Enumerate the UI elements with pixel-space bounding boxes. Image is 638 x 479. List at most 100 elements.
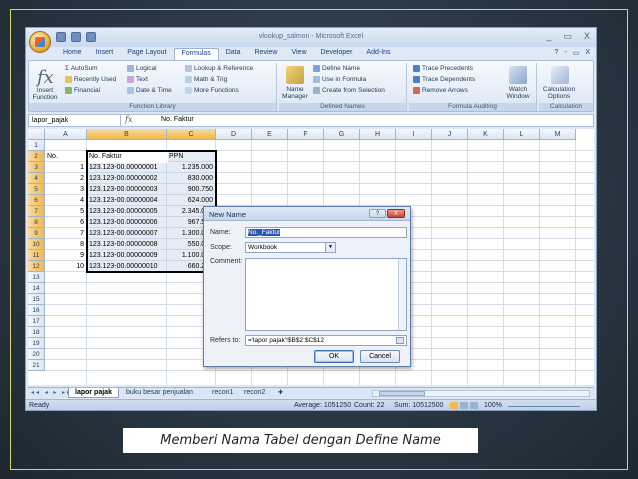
logical-button[interactable]: Logical	[127, 65, 157, 72]
cell-no[interactable]: 5	[47, 206, 86, 217]
redo-icon[interactable]	[86, 32, 96, 42]
row-header-15[interactable]: 15	[28, 294, 45, 305]
cell-no[interactable]: 8	[47, 239, 86, 250]
tab-home[interactable]: Home	[56, 48, 89, 60]
tab-view[interactable]: View	[284, 48, 313, 60]
column-header-g[interactable]: G	[324, 129, 360, 140]
page-layout-view-icon[interactable]	[460, 402, 468, 409]
dialog-close-button[interactable]: X	[387, 209, 405, 218]
row-header-21[interactable]: 21	[28, 360, 45, 371]
tab-insert[interactable]: Insert	[89, 48, 121, 60]
row-header-2[interactable]: 2	[28, 151, 45, 162]
define-name-button[interactable]: Define Name	[313, 65, 360, 72]
column-header-d[interactable]: D	[216, 129, 252, 140]
close-window-button[interactable]: X	[584, 31, 590, 42]
zoom-slider[interactable]	[508, 406, 580, 407]
save-icon[interactable]	[56, 32, 66, 42]
row-header-20[interactable]: 20	[28, 349, 45, 360]
ribbon-restore-button[interactable]: ▭	[573, 49, 580, 57]
scroll-thumb[interactable]	[379, 391, 425, 396]
tab-developer[interactable]: Developer	[314, 48, 360, 60]
row-header-7[interactable]: 7	[28, 206, 45, 217]
collapse-dialog-icon[interactable]	[396, 337, 404, 344]
row-header-12[interactable]: 12	[28, 261, 45, 272]
row-header-4[interactable]: 4	[28, 173, 45, 184]
column-header-f[interactable]: F	[288, 129, 324, 140]
cell-faktur[interactable]: 123.123-00.00000004	[89, 195, 166, 206]
row-header-18[interactable]: 18	[28, 327, 45, 338]
comment-scrollbar[interactable]	[398, 259, 406, 330]
office-button[interactable]	[29, 31, 51, 53]
tab-formulas[interactable]: Formulas	[173, 48, 219, 60]
cell-faktur[interactable]: 123.123-00.00000005	[89, 206, 166, 217]
autosum-button[interactable]: Σ AutoSum	[65, 65, 98, 72]
column-header-a[interactable]: A	[45, 129, 87, 140]
lookup-reference-button[interactable]: Lookup & Reference	[185, 65, 253, 72]
insert-sheet-icon[interactable]: ✚	[272, 388, 289, 398]
formula-input[interactable]: No. Faktur	[161, 116, 194, 123]
name-field[interactable]: No._Faktur	[245, 227, 407, 238]
column-header-l[interactable]: L	[504, 129, 540, 140]
tab-add-ins[interactable]: Add-Ins	[359, 48, 397, 60]
refers-to-field[interactable]: ='lapor pajak'!$B$2:$C$12	[245, 335, 407, 346]
cell-faktur[interactable]: 123.123-00.00000003	[89, 184, 166, 195]
maximize-button[interactable]: ▭	[563, 31, 572, 42]
column-header-k[interactable]: K	[468, 129, 504, 140]
row-header-1[interactable]: 1	[28, 140, 45, 151]
fx-icon[interactable]: fx	[125, 115, 132, 124]
column-header-b[interactable]: B	[87, 129, 167, 140]
column-header-h[interactable]: H	[360, 129, 396, 140]
trace-precedents-button[interactable]: Trace Precedents	[413, 65, 473, 72]
cell-no[interactable]: 10	[47, 261, 86, 272]
cancel-button[interactable]: Cancel	[360, 350, 400, 363]
undo-icon[interactable]	[71, 32, 81, 42]
watch-window-button[interactable]: Watch Window	[501, 86, 535, 100]
sheet-tab-recon2[interactable]: recon2	[238, 388, 271, 398]
tab-data[interactable]: Data	[219, 48, 248, 60]
use-in-formula-button[interactable]: Use in Formula	[313, 76, 366, 83]
cell-no[interactable]: 2	[47, 173, 86, 184]
row-header-5[interactable]: 5	[28, 184, 45, 195]
financial-button[interactable]: Financial	[65, 87, 100, 94]
row-header-19[interactable]: 19	[28, 338, 45, 349]
cell-ppn[interactable]: 830.000	[169, 173, 215, 184]
comment-textarea[interactable]	[245, 258, 407, 331]
row-header-16[interactable]: 16	[28, 305, 45, 316]
text-button[interactable]: Text	[127, 76, 148, 83]
row-header-17[interactable]: 17	[28, 316, 45, 327]
recently-used-button[interactable]: Recently Used	[65, 76, 116, 83]
cell-no[interactable]: 3	[47, 184, 86, 195]
tab-page-layout[interactable]: Page Layout	[120, 48, 173, 60]
minimize-button[interactable]: _	[546, 31, 551, 42]
column-header-i[interactable]: I	[396, 129, 432, 140]
name-box[interactable]: lapor_pajak	[29, 115, 121, 126]
dialog-help-button[interactable]: ?	[369, 209, 386, 218]
create-from-selection-button[interactable]: Create from Selection	[313, 87, 385, 94]
cell-no[interactable]: 4	[47, 195, 86, 206]
name-manager-button[interactable]: Name Manager	[279, 86, 311, 100]
cell-no[interactable]: 6	[47, 217, 86, 228]
cell-ppn[interactable]: 900.750	[169, 184, 215, 195]
chevron-down-icon[interactable]: ▼	[325, 243, 335, 252]
page-break-view-icon[interactable]	[470, 402, 478, 409]
column-header-m[interactable]: M	[540, 129, 576, 140]
row-header-13[interactable]: 13	[28, 272, 45, 283]
sheet-tab-lapor-pajak[interactable]: lapor pajak	[68, 388, 119, 398]
cell-header-ppn[interactable]: PPN	[169, 151, 215, 162]
sheet-tab-buku-besar-penjualan[interactable]: buku besar penjualan	[120, 388, 199, 398]
cell-no[interactable]: 7	[47, 228, 86, 239]
row-header-3[interactable]: 3	[28, 162, 45, 173]
calculation-options-button[interactable]: Calculation Options	[539, 86, 579, 100]
cell-faktur[interactable]: 123.123-00.00000007	[89, 228, 166, 239]
row-header-8[interactable]: 8	[28, 217, 45, 228]
zoom-level[interactable]: 100%	[484, 402, 502, 409]
column-header-c[interactable]: C	[167, 129, 216, 140]
ribbon-minimize-button[interactable]: -	[564, 49, 566, 57]
cell-faktur[interactable]: 123.123-00.00000002	[89, 173, 166, 184]
row-header-10[interactable]: 10	[28, 239, 45, 250]
scope-select[interactable]: Workbook ▼	[245, 242, 336, 253]
cell-faktur[interactable]: 123.123-00.00000008	[89, 239, 166, 250]
sheet-tab-recon1[interactable]: recon1	[206, 388, 239, 398]
insert-function-button[interactable]: Insert Function	[30, 87, 60, 101]
cell-header-no-faktur[interactable]: No. Faktur	[89, 151, 166, 162]
